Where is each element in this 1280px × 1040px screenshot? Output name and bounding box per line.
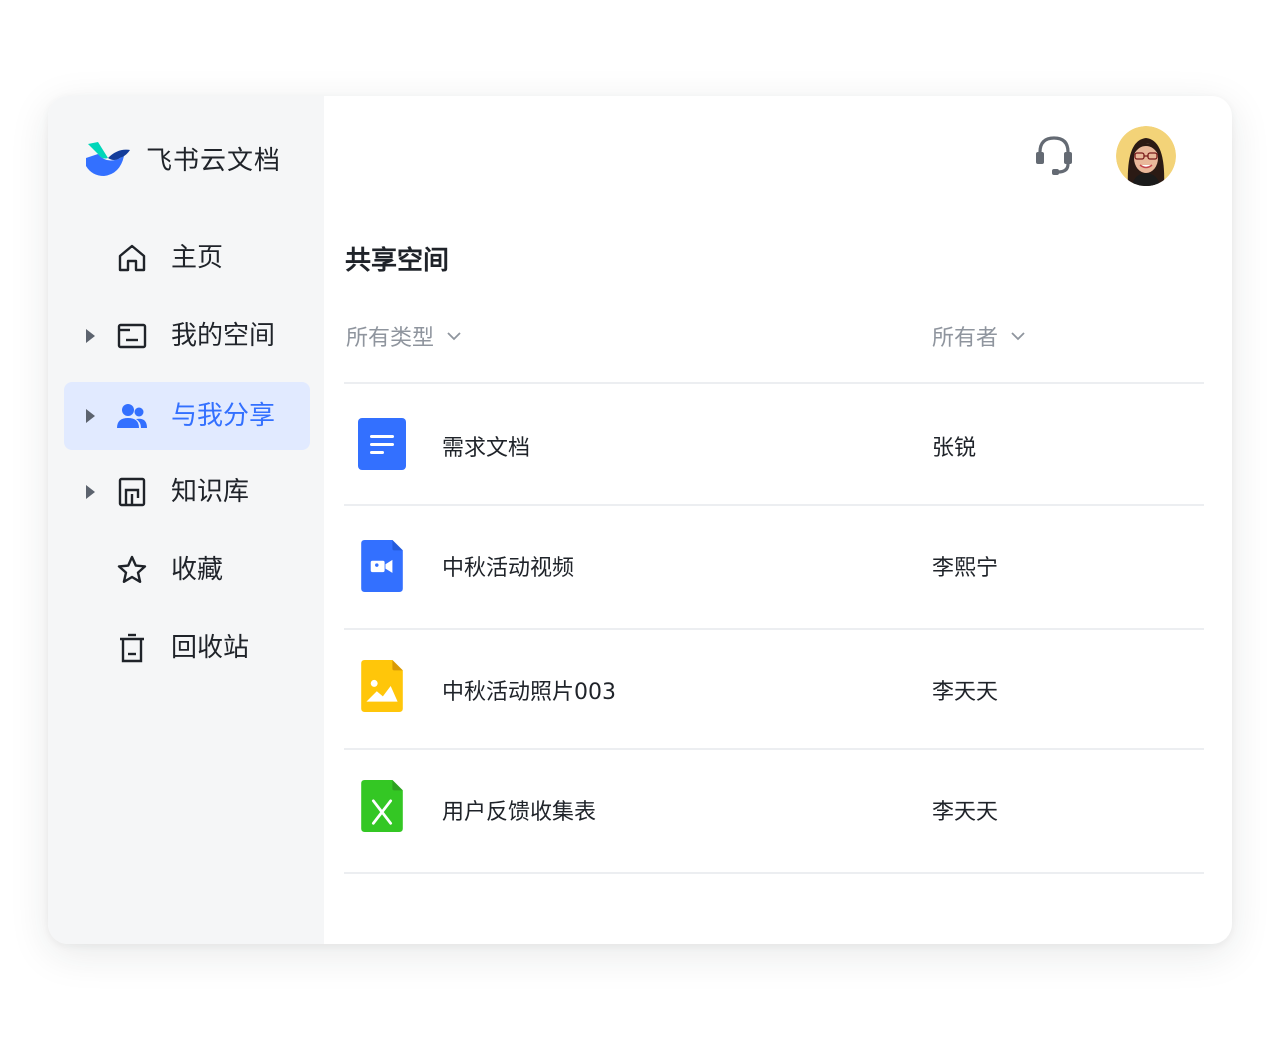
type-filter-label: 所有类型 <box>346 326 435 351</box>
app-name: 飞书云文档 <box>146 145 282 176</box>
avatar-image <box>1116 126 1176 186</box>
video-file-icon <box>361 540 403 592</box>
folder-icon <box>117 323 147 349</box>
file-name: 中秋活动照片003 <box>442 680 616 705</box>
user-avatar[interactable] <box>1116 126 1176 186</box>
owner-filter-dropdown[interactable]: 所有者 <box>932 320 1026 352</box>
home-icon <box>118 244 146 272</box>
file-name: 中秋活动视频 <box>442 556 575 581</box>
row-divider <box>344 872 1204 874</box>
expand-caret-icon[interactable] <box>86 485 95 499</box>
chevron-down-icon <box>1011 332 1025 341</box>
doc-file-icon <box>358 418 406 470</box>
file-owner: 李天天 <box>932 680 999 705</box>
headset-icon[interactable] <box>1030 132 1078 180</box>
sidebar-item-label: 回收站 <box>171 633 250 663</box>
sidebar: 飞书云文档 主页 我的空间 与我分享 知识库 收藏 回收站 <box>48 96 324 944</box>
sidebar-item-wiki[interactable]: 知识库 <box>64 458 310 526</box>
file-name: 需求文档 <box>442 436 531 461</box>
page-title: 共享空间 <box>345 246 450 276</box>
file-row[interactable]: 中秋活动视频 李熙宁 <box>344 506 1204 626</box>
file-owner: 李熙宁 <box>932 556 999 581</box>
owner-filter-label: 所有者 <box>932 326 999 351</box>
sidebar-item-my-space[interactable]: 我的空间 <box>64 302 310 370</box>
file-row[interactable]: 需求文档 张锐 <box>344 384 1204 504</box>
sidebar-item-shared-with-me[interactable]: 与我分享 <box>64 382 310 450</box>
image-file-icon <box>361 660 403 712</box>
sidebar-item-label: 我的空间 <box>171 321 276 351</box>
main-content: 共享空间 所有类型 所有者 需求文档 张锐 中秋活动视频 李熙宁 中秋活动照片0… <box>324 96 1232 944</box>
feishu-docs-logo-icon <box>86 142 130 176</box>
app-window: 飞书云文档 主页 我的空间 与我分享 知识库 收藏 回收站 共享空间 所有类型 … <box>48 96 1232 944</box>
sheet-file-icon <box>361 780 403 832</box>
trash-icon <box>120 633 144 663</box>
sidebar-item-favorites[interactable]: 收藏 <box>64 536 310 604</box>
file-row[interactable]: 用户反馈收集表 李天天 <box>344 750 1204 870</box>
sidebar-item-home[interactable]: 主页 <box>64 224 310 292</box>
sidebar-item-label: 知识库 <box>171 477 250 507</box>
type-filter-dropdown[interactable]: 所有类型 <box>346 320 462 352</box>
sidebar-item-label: 收藏 <box>171 555 224 585</box>
sidebar-item-label: 主页 <box>171 243 224 273</box>
expand-caret-icon[interactable] <box>86 409 95 423</box>
users-icon <box>117 404 147 428</box>
file-name: 用户反馈收集表 <box>442 800 597 825</box>
file-row[interactable]: 中秋活动照片003 李天天 <box>344 630 1204 750</box>
brand[interactable]: 飞书云文档 <box>84 136 281 180</box>
file-owner: 张锐 <box>932 436 977 461</box>
star-icon <box>117 555 147 583</box>
wiki-icon <box>118 477 146 507</box>
sidebar-item-trash[interactable]: 回收站 <box>64 614 310 682</box>
sidebar-item-label: 与我分享 <box>171 401 276 431</box>
file-owner: 李天天 <box>932 800 999 825</box>
chevron-down-icon <box>447 332 461 341</box>
expand-caret-icon[interactable] <box>86 329 95 343</box>
